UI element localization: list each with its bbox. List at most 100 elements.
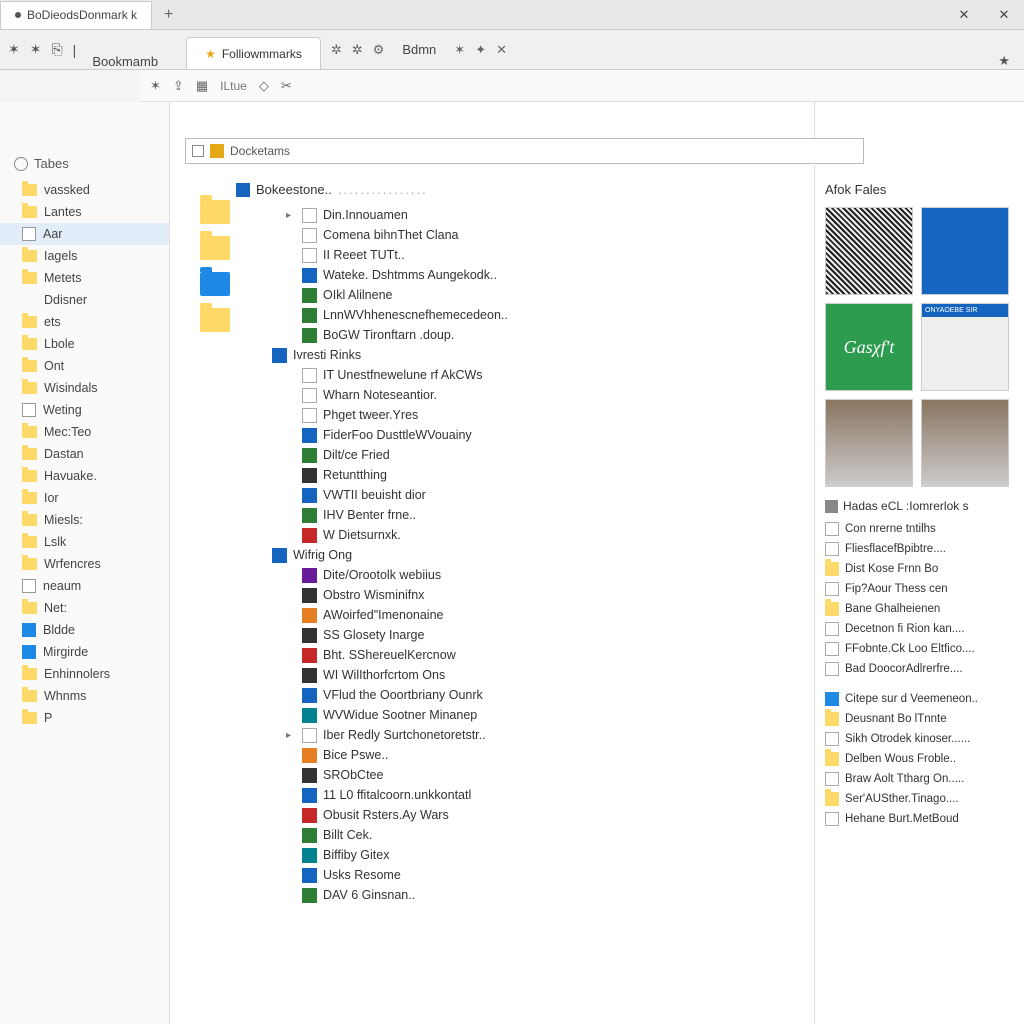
star2-icon[interactable]: ✶: [30, 41, 42, 58]
list-item[interactable]: 11 L0 ffitalcoorn.unkkontatl: [220, 785, 804, 805]
list-item[interactable]: Usks Resome: [220, 865, 804, 885]
sidebar-item[interactable]: Net:: [0, 597, 169, 619]
list-item[interactable]: Retuntthing: [220, 465, 804, 485]
list-item[interactable]: Obusit Rsters.Ay Wars: [220, 805, 804, 825]
right-list-item[interactable]: Citepe sur d Veemeneon..: [825, 689, 1014, 709]
list-item[interactable]: Billt Cek.: [220, 825, 804, 845]
tree-folder-icon[interactable]: [200, 236, 230, 260]
sidebar-item[interactable]: Dastan: [0, 443, 169, 465]
sidebar-item[interactable]: Mec:Teo: [0, 421, 169, 443]
star-icon[interactable]: ✶: [8, 41, 20, 58]
star4-icon[interactable]: ✦: [475, 42, 486, 58]
thumbnail[interactable]: [921, 399, 1009, 487]
list-item[interactable]: IT Unestfnewelune rf AkCWs: [220, 365, 804, 385]
sidebar-item[interactable]: Aar: [0, 223, 169, 245]
minimize-button[interactable]: ✕: [944, 7, 984, 23]
sidebar-item[interactable]: Weting: [0, 399, 169, 421]
sidebar-item[interactable]: Wisindals: [0, 377, 169, 399]
list-item[interactable]: SS Glosety Inarge: [220, 625, 804, 645]
sidebar-item[interactable]: Havuake.: [0, 465, 169, 487]
star-tool-icon[interactable]: ✶: [150, 78, 161, 94]
list-item[interactable]: Dite/Orootolk webiius: [220, 565, 804, 585]
right-list-item[interactable]: Decetnon fi Rion kan....: [825, 619, 1014, 639]
list-item[interactable]: II Reeet TUTt..: [220, 245, 804, 265]
sidebar-item[interactable]: Lslk: [0, 531, 169, 553]
browser-tab[interactable]: BoDieodsDonmark k: [0, 1, 152, 29]
tab-bookmarks[interactable]: ★ Folliowmmarks: [186, 37, 321, 69]
right-list-item[interactable]: Braw Aolt Ttharg On.....: [825, 769, 1014, 789]
star3-icon[interactable]: ✶: [454, 42, 465, 58]
list-item[interactable]: DAV 6 Ginsnan..: [220, 885, 804, 905]
sidebar-item[interactable]: Iagels: [0, 245, 169, 267]
sidebar-item[interactable]: Wrfencres: [0, 553, 169, 575]
tree-folder-icon[interactable]: [200, 200, 230, 224]
grid-icon[interactable]: ▦: [196, 78, 208, 94]
thumbnail[interactable]: ONYAOEBE SIR: [921, 303, 1009, 391]
right-list-item[interactable]: Ser'AUSther.Tinago....: [825, 789, 1014, 809]
cut-icon[interactable]: ✂: [281, 78, 292, 94]
list-item[interactable]: IHV Benter frne..: [220, 505, 804, 525]
close-tab-icon[interactable]: ✕: [496, 42, 507, 58]
list-item[interactable]: VWTII beuisht dior: [220, 485, 804, 505]
tree-folder-icon[interactable]: [200, 272, 230, 296]
list-item[interactable]: Wifrig Ong: [220, 545, 804, 565]
list-item[interactable]: LnnWVhhenescnefhemecedeon..: [220, 305, 804, 325]
right-list-item[interactable]: FFobnte.Ck Loo Eltfico....: [825, 639, 1014, 659]
right-list-item[interactable]: Con nrerne tntilhs: [825, 519, 1014, 539]
list-item[interactable]: W Dietsurnxk.: [220, 525, 804, 545]
list-item[interactable]: WVWidue Sootner Minanep: [220, 705, 804, 725]
list-item[interactable]: Bice Pswe..: [220, 745, 804, 765]
tree-folder-icon[interactable]: [200, 308, 230, 332]
new-tab-button[interactable]: +: [152, 6, 185, 24]
list-item[interactable]: VFlud the Ooortbriany Ounrk: [220, 685, 804, 705]
thumbnail[interactable]: [825, 207, 913, 295]
right-list-item[interactable]: Delben Wous Froble..: [825, 749, 1014, 769]
list-item[interactable]: Wateke. Dshtmms Aungekodk..: [220, 265, 804, 285]
list-item[interactable]: Comena bihnThet Clana: [220, 225, 804, 245]
thumbnail[interactable]: Gasχf't: [825, 303, 913, 391]
right-list-item[interactable]: Sikh Otrodek kinoser......: [825, 729, 1014, 749]
thumbnail[interactable]: [921, 207, 1009, 295]
sidebar-item[interactable]: Ddisner: [0, 289, 169, 311]
sidebar-item[interactable]: Ont: [0, 355, 169, 377]
list-item[interactable]: Biffiby Gitex: [220, 845, 804, 865]
list-item[interactable]: Dilt/ce Fried: [220, 445, 804, 465]
diamond-icon[interactable]: ◇: [259, 78, 269, 94]
list-item[interactable]: BoGW Tironftarn .doup.: [220, 325, 804, 345]
sidebar-item[interactable]: P: [0, 707, 169, 729]
right-list-item[interactable]: Bane Ghalheienen: [825, 599, 1014, 619]
sidebar-item[interactable]: Ior: [0, 487, 169, 509]
sidebar-item[interactable]: Lbole: [0, 333, 169, 355]
sidebar-item[interactable]: Enhinnolers: [0, 663, 169, 685]
sparkle-icon[interactable]: ✲: [352, 42, 363, 58]
list-item[interactable]: Obstro Wisminifnx: [220, 585, 804, 605]
list-item[interactable]: Wharn Noteseantior.: [220, 385, 804, 405]
sidebar-item[interactable]: ets: [0, 311, 169, 333]
sidebar-item[interactable]: Lantes: [0, 201, 169, 223]
sidebar-item[interactable]: Mirgirde: [0, 641, 169, 663]
gear-icon[interactable]: ✲: [331, 42, 342, 58]
list-item[interactable]: AWoirfed"Imenonaine: [220, 605, 804, 625]
right-list-item[interactable]: Dist Kose Frnn Bo: [825, 559, 1014, 579]
right-list-item[interactable]: Bad DoocorAdlrerfre....: [825, 659, 1014, 679]
list-item[interactable]: OIkl Alilnene: [220, 285, 804, 305]
list-item[interactable]: Bht. SShereuelKercnow: [220, 645, 804, 665]
close-button[interactable]: ✕: [984, 7, 1024, 23]
sidebar-item[interactable]: Bldde: [0, 619, 169, 641]
sidebar-item[interactable]: vassked: [0, 179, 169, 201]
favorite-icon[interactable]: ★: [984, 53, 1024, 69]
right-list-item[interactable]: Hehane Burt.MetBoud: [825, 809, 1014, 829]
right-list-item[interactable]: Deusnant Bo lTnnte: [825, 709, 1014, 729]
tool-icon[interactable]: ⎘: [51, 41, 62, 58]
sidebar-item[interactable]: neaum: [0, 575, 169, 597]
thumbnail[interactable]: [825, 399, 913, 487]
sidebar-item[interactable]: Metets: [0, 267, 169, 289]
right-list-item[interactable]: Fip?Aour Thess cen: [825, 579, 1014, 599]
list-item[interactable]: Phget tweer.Yres: [220, 405, 804, 425]
list-item[interactable]: WI WilIthorfcrtom Ons: [220, 665, 804, 685]
address-bar[interactable]: Docketams: [185, 138, 864, 164]
list-item[interactable]: Ivresti Rinks: [220, 345, 804, 365]
list-item[interactable]: ▸Din.Innouamen: [220, 205, 804, 225]
list-item[interactable]: SRObCtee: [220, 765, 804, 785]
person-icon[interactable]: ⚙: [373, 42, 385, 58]
